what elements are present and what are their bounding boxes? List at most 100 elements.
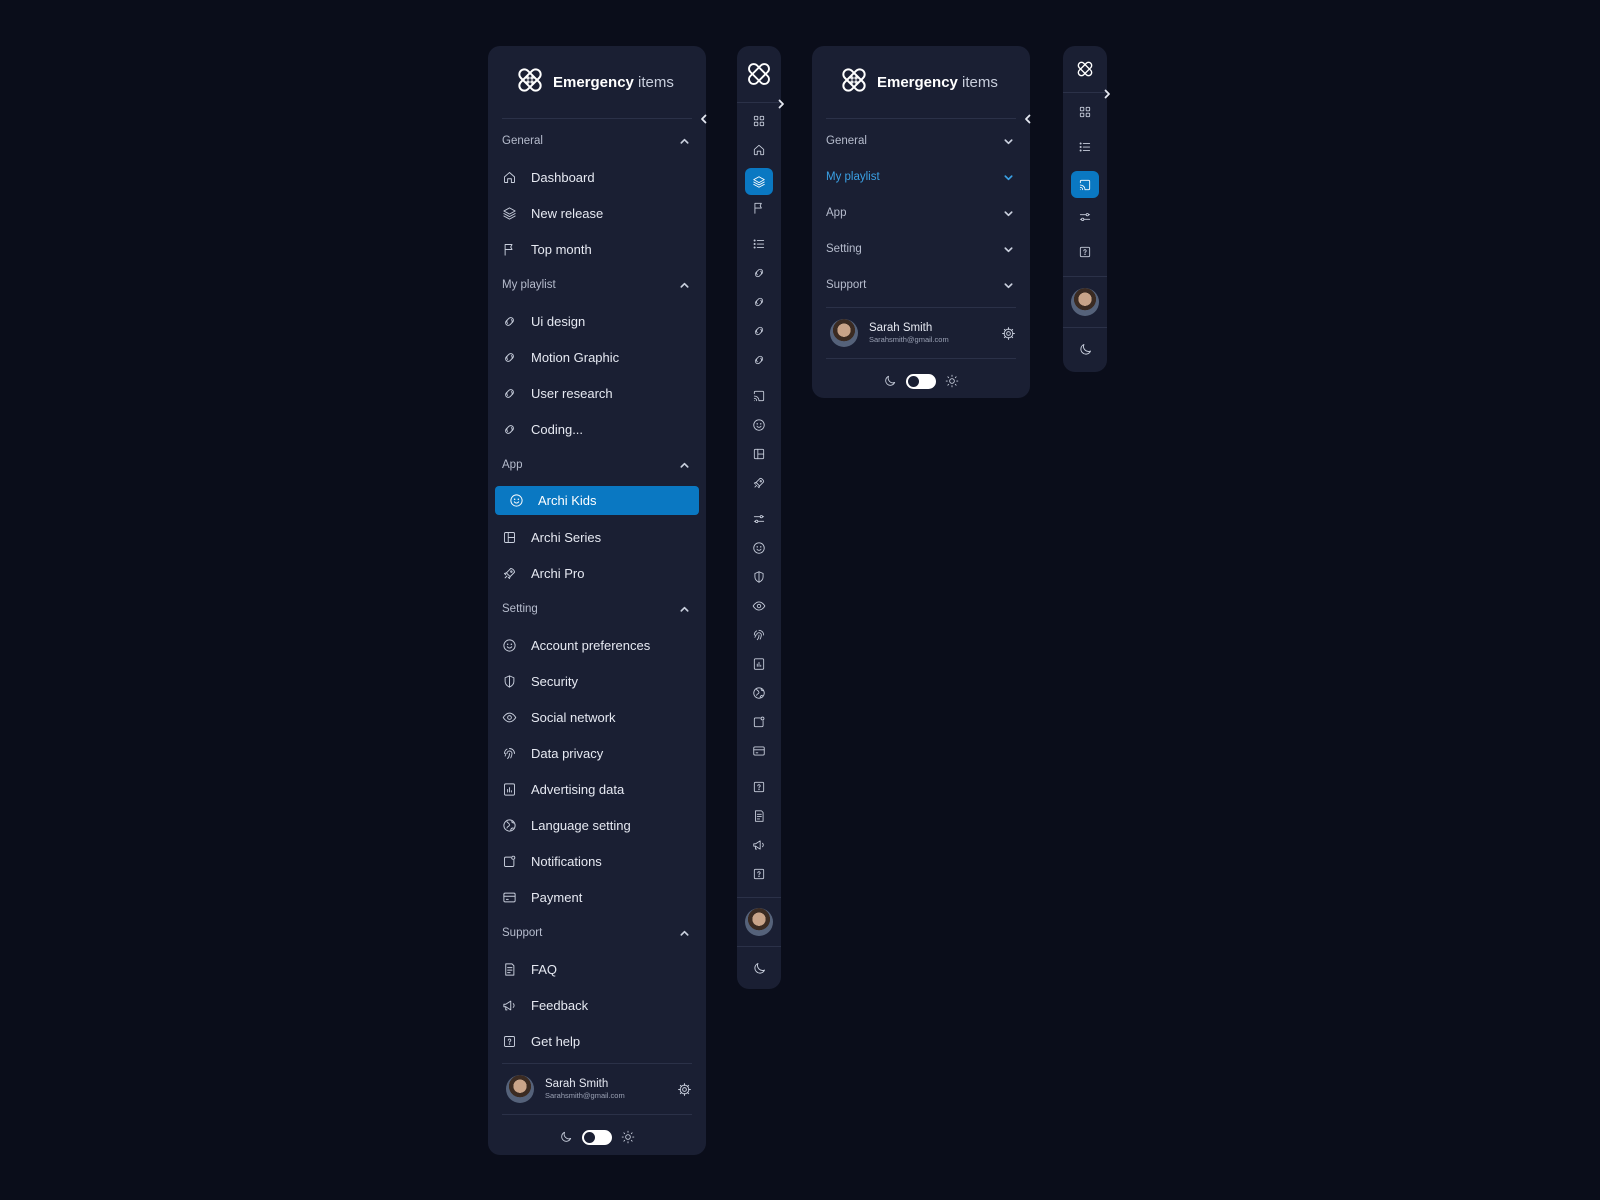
user-profile[interactable]: Sarah Smith Sarahsmith@gmail.com <box>812 308 1030 358</box>
nav-sections: General Dashboard New release Top month My p… <box>488 119 706 1063</box>
rail-button-globe[interactable] <box>737 681 781 710</box>
sidebar-item-new-release[interactable]: New release <box>488 195 706 231</box>
rail-button-credit-card[interactable] <box>737 739 781 768</box>
rail-button-help[interactable] <box>737 775 781 804</box>
rail-button-flag[interactable] <box>737 196 781 225</box>
sidebar-item-faq[interactable]: FAQ <box>488 951 706 987</box>
chevron-up-icon[interactable] <box>679 460 690 471</box>
rail-button-eye[interactable] <box>737 594 781 623</box>
chevron-up-icon[interactable] <box>679 604 690 615</box>
sidebar-item-top-month[interactable]: Top month <box>488 231 706 267</box>
rail-button-link[interactable] <box>737 261 781 290</box>
sidebar-item-dashboard[interactable]: Dashboard <box>488 159 706 195</box>
rail-button-sliders[interactable] <box>737 507 781 536</box>
sidebar-item-archi-kids[interactable]: Archi Kids <box>495 486 699 515</box>
rail-button-notification[interactable] <box>737 710 781 739</box>
gear-icon[interactable] <box>677 1082 692 1097</box>
chevron-up-icon[interactable] <box>679 928 690 939</box>
accordion-support[interactable]: Support <box>812 267 1030 303</box>
gear-icon[interactable] <box>1001 326 1016 341</box>
rail-button-bar-chart[interactable] <box>737 652 781 681</box>
rail-button-rocket[interactable] <box>737 471 781 500</box>
brand[interactable]: Emergency items <box>488 46 706 118</box>
rail-button-link[interactable] <box>737 290 781 319</box>
brand-logo[interactable] <box>1063 46 1107 92</box>
sidebar-item-archi-series[interactable]: Archi Series <box>488 519 706 555</box>
rail-button-help[interactable] <box>737 862 781 891</box>
sidebar-item-social-network[interactable]: Social network <box>488 699 706 735</box>
rail-button-list[interactable] <box>737 232 781 261</box>
moon-icon[interactable] <box>1078 342 1093 357</box>
sidebar-item-get-help[interactable]: Get help <box>488 1023 706 1059</box>
sidebar-item-label: Dashboard <box>531 169 595 185</box>
rail-button-grid[interactable] <box>1063 97 1107 132</box>
rail-button-cast[interactable] <box>737 384 781 413</box>
sidebar-item-account-preferences[interactable]: Account preferences <box>488 627 706 663</box>
rail-button-document[interactable] <box>737 804 781 833</box>
avatar[interactable] <box>745 908 773 936</box>
rail-button-sliders[interactable] <box>1063 202 1107 237</box>
rail-button-megaphone[interactable] <box>737 833 781 862</box>
sidebar-item-advertising-data[interactable]: Advertising data <box>488 771 706 807</box>
chevron-down-icon[interactable] <box>1003 136 1014 147</box>
section-title: My playlist <box>502 279 556 291</box>
chevron-down-icon[interactable] <box>1003 172 1014 183</box>
rail-button-home[interactable] <box>737 138 781 167</box>
chevron-down-icon[interactable] <box>1003 208 1014 219</box>
expanded-sidebar: Emergency items General Dashboard New rele… <box>488 46 707 1155</box>
chevron-down-icon[interactable] <box>1003 244 1014 255</box>
accordion-setting[interactable]: Setting <box>812 231 1030 267</box>
accordion-general[interactable]: General <box>812 123 1030 159</box>
rail-button-grid[interactable] <box>737 109 781 138</box>
section-header-app[interactable]: App <box>488 447 706 483</box>
avatar[interactable] <box>1071 288 1099 316</box>
sidebar-item-language-setting[interactable]: Language setting <box>488 807 706 843</box>
sidebar-item-coding[interactable]: Coding... <box>488 411 706 447</box>
collapse-sidebar-button[interactable] <box>697 112 711 126</box>
sidebar-item-user-research[interactable]: User research <box>488 375 706 411</box>
rail-icons <box>737 103 781 891</box>
accordion-my-playlist[interactable]: My playlist <box>812 159 1030 195</box>
sidebar-item-payment[interactable]: Payment <box>488 879 706 915</box>
rail-button-smile[interactable] <box>737 413 781 442</box>
user-avatar-slot <box>737 898 781 946</box>
brand-logo[interactable] <box>737 46 781 102</box>
rail-button-smile[interactable] <box>737 536 781 565</box>
user-profile[interactable]: Sarah Smith Sarahsmith@gmail.com <box>488 1064 706 1114</box>
sidebar-item-notifications[interactable]: Notifications <box>488 843 706 879</box>
rail-button-layers[interactable] <box>737 167 781 196</box>
rail-button-layout[interactable] <box>737 442 781 471</box>
theme-toggle[interactable] <box>582 1129 612 1145</box>
chevron-up-icon[interactable] <box>679 136 690 147</box>
sidebar-item-archi-pro[interactable]: Archi Pro <box>488 555 706 591</box>
rail-button-link[interactable] <box>737 319 781 348</box>
section-title: Support <box>502 927 543 939</box>
section-header-general[interactable]: General <box>488 123 706 159</box>
rail-button-fingerprint[interactable] <box>737 623 781 652</box>
rail-button-shield[interactable] <box>737 565 781 594</box>
moon-icon[interactable] <box>752 961 767 976</box>
accordion-label: Setting <box>826 243 862 255</box>
theme-toggle[interactable] <box>906 373 936 389</box>
collapse-sidebar-button[interactable] <box>1021 112 1035 126</box>
sidebar-item-motion-graphic[interactable]: Motion Graphic <box>488 339 706 375</box>
chevron-up-icon[interactable] <box>679 280 690 291</box>
section-header-setting[interactable]: Setting <box>488 591 706 627</box>
sidebar-item-security[interactable]: Security <box>488 663 706 699</box>
avatar[interactable] <box>506 1075 534 1103</box>
rail-button-cast[interactable] <box>1063 167 1107 202</box>
rail-button-list[interactable] <box>1063 132 1107 167</box>
sidebar-item-feedback[interactable]: Feedback <box>488 987 706 1023</box>
rail-button-help[interactable] <box>1063 237 1107 272</box>
sidebar-item-data-privacy[interactable]: Data privacy <box>488 735 706 771</box>
chevron-down-icon[interactable] <box>1003 280 1014 291</box>
section-header-support[interactable]: Support <box>488 915 706 951</box>
accordion-app[interactable]: App <box>812 195 1030 231</box>
sidebar-item-ui-design[interactable]: Ui design <box>488 303 706 339</box>
expand-sidebar-button[interactable] <box>774 97 788 111</box>
rail-button-link[interactable] <box>737 348 781 377</box>
section-header-my-playlist[interactable]: My playlist <box>488 267 706 303</box>
expand-sidebar-button[interactable] <box>1100 87 1114 101</box>
avatar[interactable] <box>830 319 858 347</box>
brand[interactable]: Emergency items <box>812 46 1030 118</box>
